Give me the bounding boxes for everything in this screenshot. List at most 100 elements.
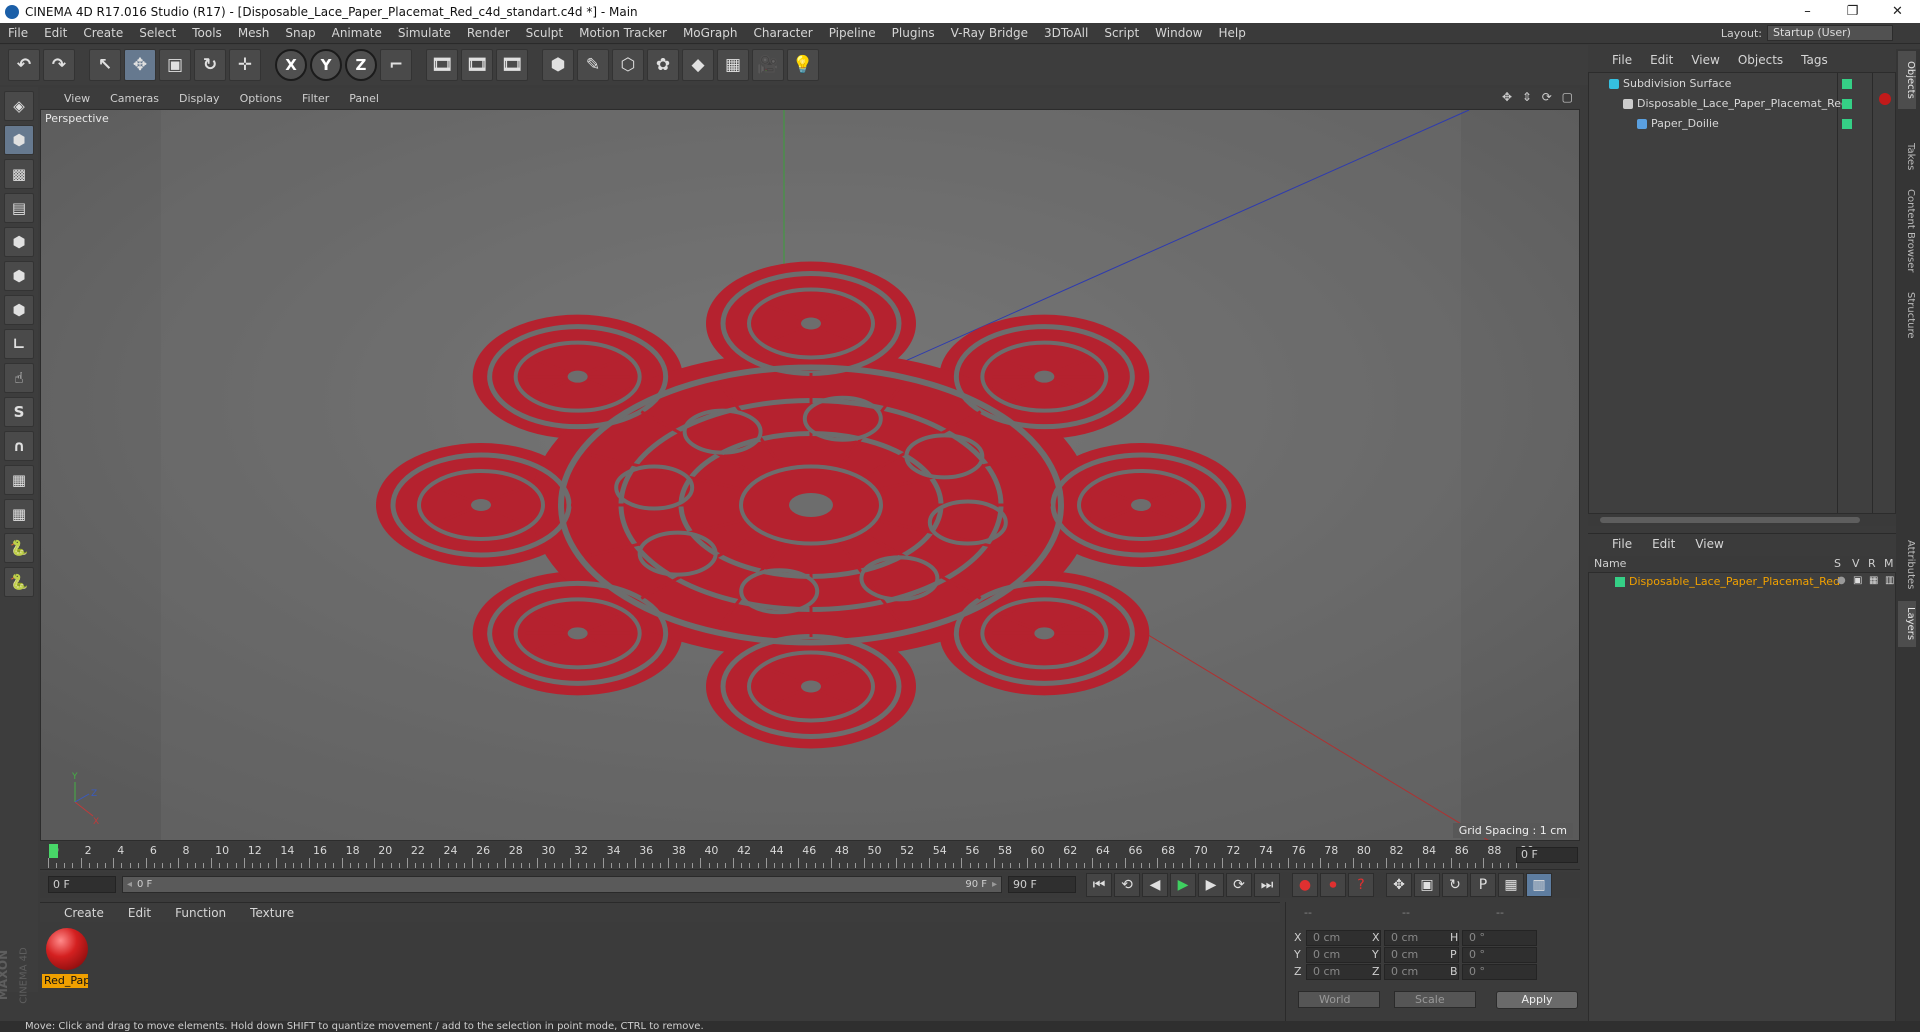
menu-mesh[interactable]: Mesh (230, 26, 278, 40)
transform-mode-dropdown[interactable]: Scale (1394, 991, 1476, 1008)
menu-file[interactable]: File (0, 26, 36, 40)
rotate-icon[interactable]: ↻ (194, 49, 226, 81)
layer-manager-toggle[interactable]: ▥ (1885, 575, 1894, 586)
scale-icon[interactable]: ▣ (159, 49, 191, 81)
layer-render-toggle[interactable]: ▦ (1869, 575, 1878, 586)
object-menu-file[interactable]: File (1612, 53, 1642, 67)
transform-icon[interactable]: ✛ (229, 49, 261, 81)
start-frame-field[interactable]: 0 F (48, 876, 116, 893)
menu-edit[interactable]: Edit (36, 26, 75, 40)
menu-window[interactable]: Window (1147, 26, 1210, 40)
object-menu-objects[interactable]: Objects (1738, 53, 1793, 67)
menu-render[interactable]: Render (459, 26, 518, 40)
redo-icon[interactable]: ↷ (43, 49, 75, 81)
python-script-icon[interactable]: 🐍 (4, 567, 34, 597)
apply-button[interactable]: Apply (1496, 991, 1578, 1009)
material-tag-icon[interactable] (1879, 93, 1891, 105)
perspective-viewport[interactable]: Y Z X Perspective Grid Spacing : 1 cm (40, 109, 1580, 841)
workplane-icon[interactable]: ▤ (4, 193, 34, 223)
points-mode-icon[interactable]: ⬢ (4, 227, 34, 257)
close-button[interactable]: ✕ (1875, 0, 1920, 23)
minimize-button[interactable]: – (1785, 0, 1830, 23)
viewport-menu-options[interactable]: Options (230, 92, 292, 105)
layer-menu-view[interactable]: View (1695, 537, 1723, 551)
layout-dropdown[interactable]: Startup (User) (1767, 25, 1893, 41)
menu-motion-tracker[interactable]: Motion Tracker (571, 26, 675, 40)
end-frame-field[interactable]: 90 F (1008, 876, 1076, 893)
menu-sculpt[interactable]: Sculpt (518, 26, 571, 40)
coord-a-y-field[interactable]: 0 cm (1306, 947, 1381, 963)
coord-c-p-field[interactable]: 0 ° (1462, 947, 1537, 963)
prev-frame-icon[interactable]: ◀ (1142, 873, 1168, 897)
key-pla-icon[interactable]: ▦ (1498, 873, 1524, 897)
object-manager-scrollbar[interactable] (1588, 514, 1896, 526)
z-axis-icon[interactable]: Z (345, 49, 377, 81)
side-tab-attributes[interactable]: Attributes (1898, 535, 1916, 595)
object-manager-tree[interactable]: Subdivision Surface Disposable_Lace_Paper… (1588, 72, 1896, 514)
edges-mode-icon[interactable]: ⬢ (4, 261, 34, 291)
next-key-icon[interactable]: ⟳ (1226, 873, 1252, 897)
menu-create[interactable]: Create (75, 26, 131, 40)
object-menu-view[interactable]: View (1691, 53, 1729, 67)
viewport-menu-view[interactable]: View (54, 92, 100, 105)
layer-visible-toggle[interactable]: ▣ (1853, 575, 1862, 586)
viewport-menu-panel[interactable]: Panel (339, 92, 389, 105)
pen-spline-icon[interactable]: ✎ (577, 49, 609, 81)
layer-color-tag[interactable] (1842, 79, 1852, 89)
viewport-menu-cameras[interactable]: Cameras (100, 92, 169, 105)
coordinate-mode-dropdown[interactable]: World (1298, 991, 1380, 1008)
object-name[interactable]: Paper_Doilie (1651, 115, 1719, 133)
snap-icon[interactable]: S (4, 397, 34, 427)
side-tab-structure[interactable]: Structure (1898, 285, 1916, 345)
coord-a-z-field[interactable]: 0 cm (1306, 964, 1381, 980)
menu-mograph[interactable]: MoGraph (675, 26, 746, 40)
coord-a-x-field[interactable]: 0 cm (1306, 930, 1381, 946)
go-to-end-icon[interactable]: ⏭ (1254, 873, 1280, 897)
layer-name[interactable]: Disposable_Lace_Paper_Placemat_Red (1629, 575, 1840, 588)
current-frame-field[interactable]: 0 F (1516, 847, 1578, 863)
preview-range-slider[interactable]: ◂ 0 F 90 F ▸ (122, 876, 1002, 893)
menu-plugins[interactable]: Plugins (884, 26, 943, 40)
object-row[interactable]: Subdivision Surface (1589, 75, 1895, 93)
texture-mode-icon[interactable]: ▩ (4, 159, 34, 189)
side-tab-takes[interactable]: Takes (1898, 137, 1916, 177)
lock-workplane-icon[interactable]: ▦ (4, 465, 34, 495)
side-tab-objects[interactable]: Objects (1898, 51, 1916, 109)
next-frame-icon[interactable]: ▶ (1198, 873, 1224, 897)
menu-tools[interactable]: Tools (184, 26, 230, 40)
layer-row[interactable]: Disposable_Lace_Paper_Placemat_Red ● ▣ ▦… (1589, 573, 1895, 591)
coord-b-x-field[interactable]: 0 cm (1384, 930, 1459, 946)
y-axis-icon[interactable]: Y (310, 49, 342, 81)
layer-color-tag[interactable] (1842, 99, 1852, 109)
menu-script[interactable]: Script (1096, 26, 1147, 40)
render-picture-viewer-icon[interactable]: 🎞 (461, 49, 493, 81)
range-left-arrow[interactable]: ◂ (127, 877, 132, 892)
menu-simulate[interactable]: Simulate (390, 26, 459, 40)
menu-help[interactable]: Help (1210, 26, 1253, 40)
material-menu-edit[interactable]: Edit (116, 906, 163, 920)
menu-select[interactable]: Select (131, 26, 184, 40)
material-name-label[interactable]: Red_Pap (42, 974, 88, 988)
prev-key-icon[interactable]: ⟲ (1114, 873, 1140, 897)
object-row[interactable]: Disposable_Lace_Paper_Placemat_Red (1589, 95, 1895, 113)
coord-c-b-field[interactable]: 0 ° (1462, 964, 1537, 980)
play-icon[interactable]: ▶ (1170, 873, 1196, 897)
maximize-button[interactable]: ❐ (1830, 0, 1875, 23)
camera-icon[interactable]: 🎥 (752, 49, 784, 81)
menu-v-ray-bridge[interactable]: V-Ray Bridge (943, 26, 1036, 40)
light-icon[interactable]: 💡 (787, 49, 819, 81)
menu-animate[interactable]: Animate (324, 26, 390, 40)
render-view-icon[interactable]: 🎞 (426, 49, 458, 81)
coord-b-y-field[interactable]: 0 cm (1384, 947, 1459, 963)
menu-snap[interactable]: Snap (277, 26, 323, 40)
side-tab-layers[interactable]: Layers (1898, 601, 1916, 647)
range-right-arrow[interactable]: ▸ (992, 877, 997, 892)
material-menu-texture[interactable]: Texture (238, 906, 306, 920)
layer-color-tag[interactable] (1842, 119, 1852, 129)
floor-icon[interactable]: ▦ (717, 49, 749, 81)
record-icon[interactable]: ● (1292, 873, 1318, 897)
layer-list[interactable]: Disposable_Lace_Paper_Placemat_Red ● ▣ ▦… (1588, 572, 1896, 1028)
autokey-icon[interactable]: ⏺ (1320, 873, 1346, 897)
key-scale-icon[interactable]: ▣ (1414, 873, 1440, 897)
tweak-icon[interactable]: ☝ (4, 363, 34, 393)
